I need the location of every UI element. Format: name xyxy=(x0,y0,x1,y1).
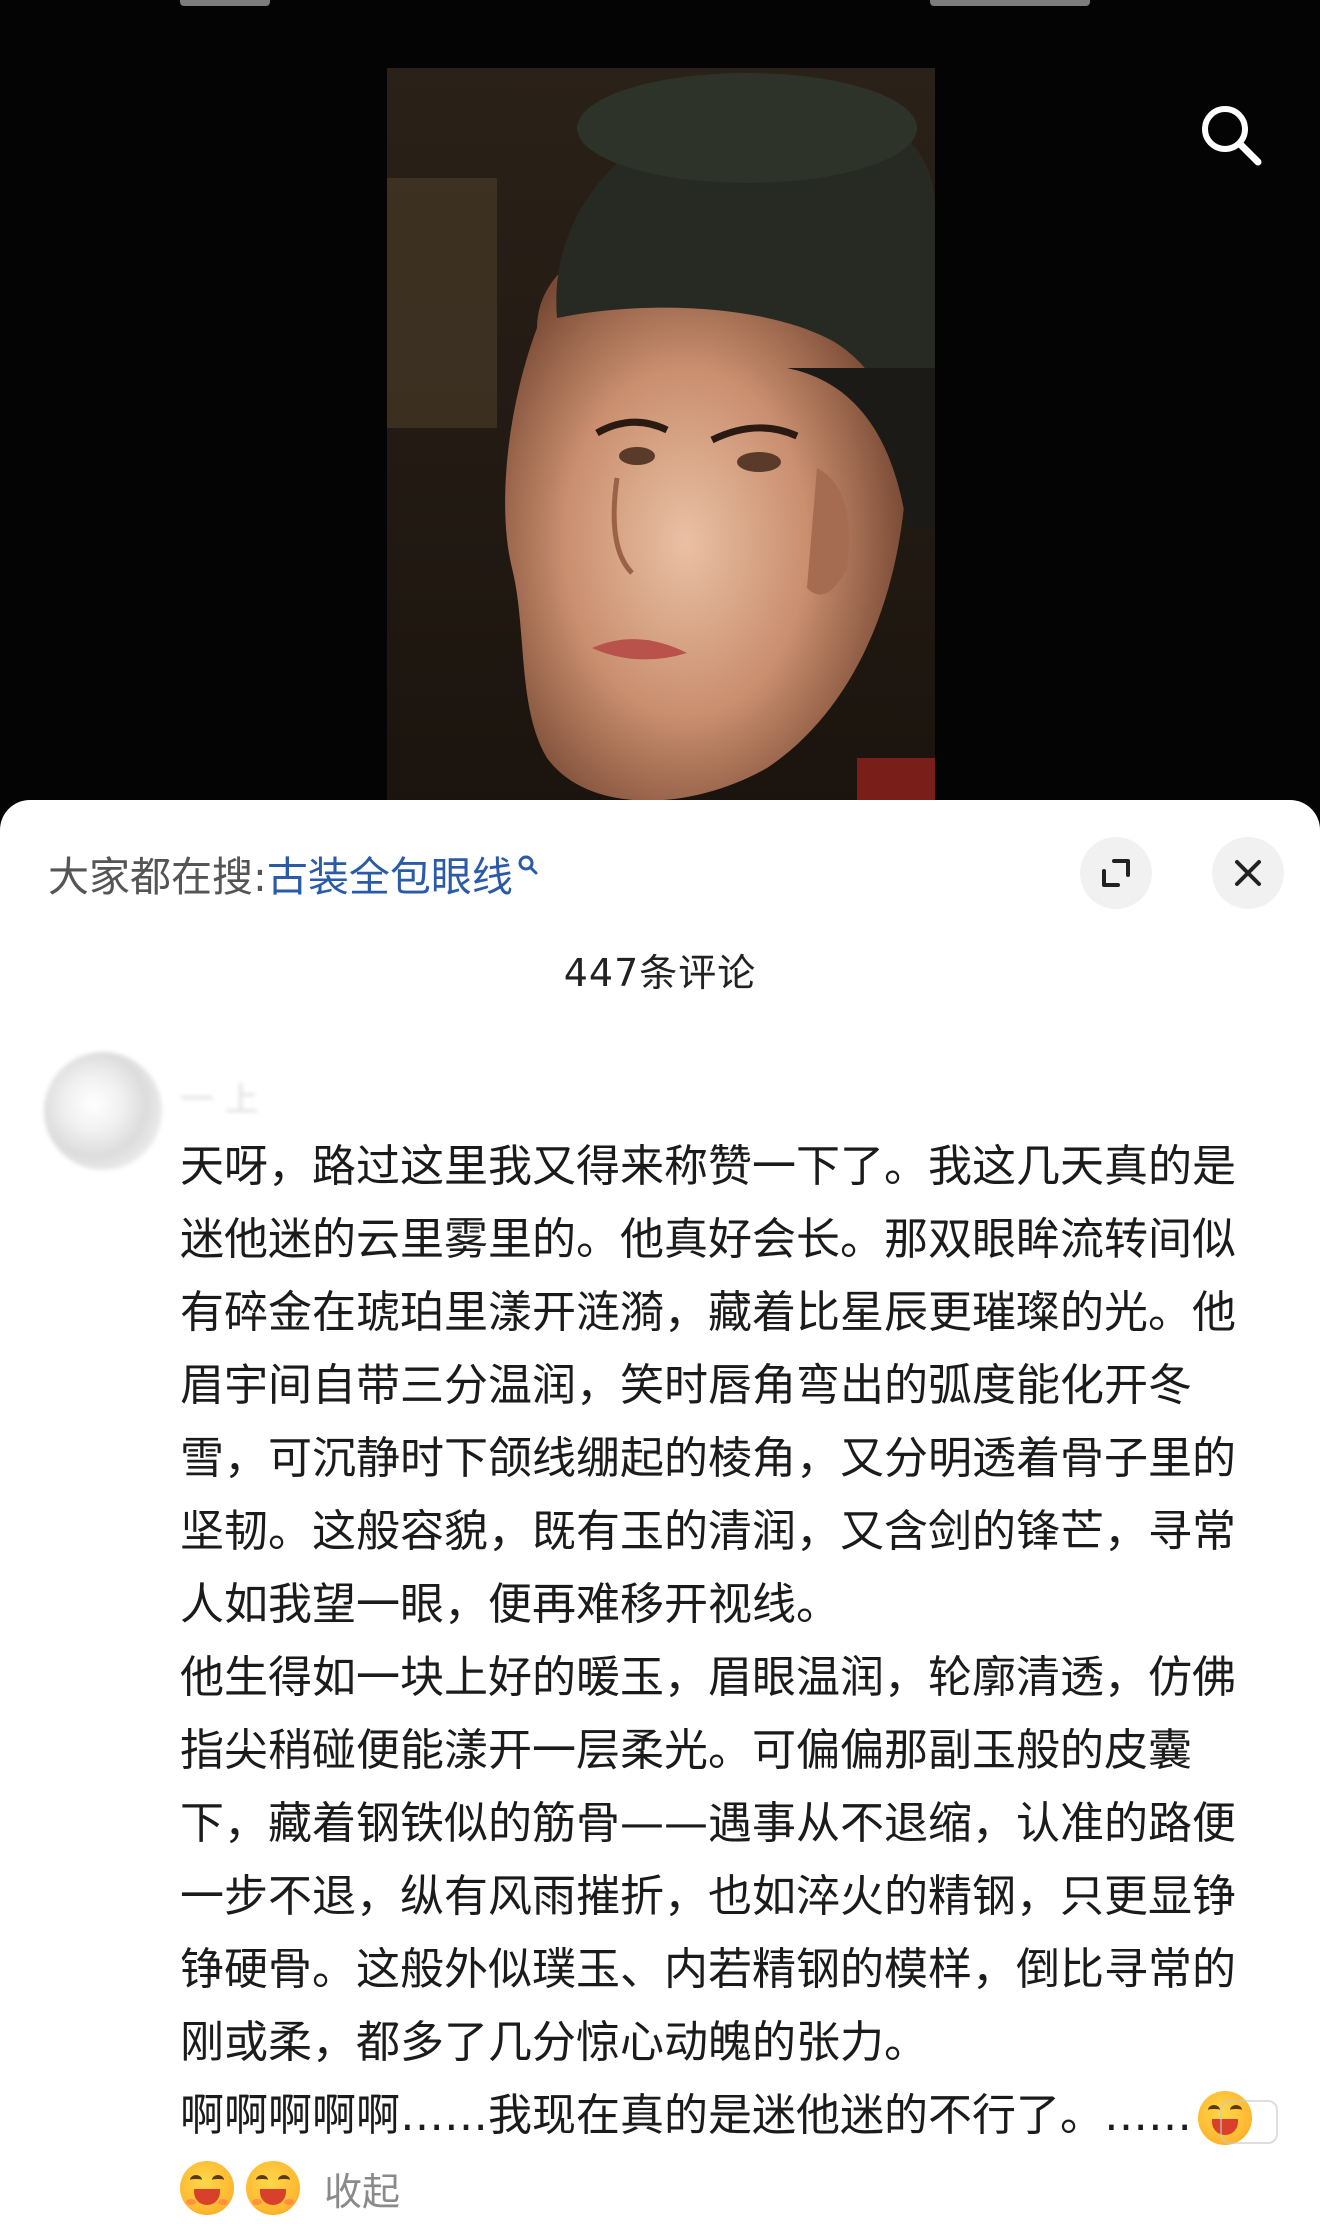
grinning-emoji-icon xyxy=(180,2161,234,2215)
search-icon xyxy=(1202,106,1262,166)
search-icon xyxy=(517,838,539,886)
avatar[interactable] xyxy=(44,1052,162,1170)
comment-username[interactable]: 一 上 xyxy=(180,1072,259,1121)
close-button[interactable] xyxy=(1212,837,1284,909)
hot-search-term[interactable]: 古装全包眼线 xyxy=(267,843,513,903)
video-frame xyxy=(387,68,935,813)
screen: 大家都在搜: 古装全包眼线 447条评论 一 上 天呀，路过这里我又得来称赞一下… xyxy=(0,0,1320,2224)
watermark-badge xyxy=(1220,2100,1278,2144)
collapse-row: 收起 xyxy=(180,2158,400,2218)
status-bar-time xyxy=(180,0,270,6)
search-button[interactable] xyxy=(1196,100,1266,170)
comment-count-title: 447条评论 xyxy=(563,951,757,995)
hot-search-prefix: 大家都在搜: xyxy=(48,853,267,901)
comment-paragraph-2: 他生得如一块上好的暖玉，眉眼温润，轮廓清透，仿佛指尖稍碰便能漾开一层柔光。可偏偏… xyxy=(180,1652,1236,2068)
video-still-image xyxy=(387,68,935,813)
video-player[interactable] xyxy=(0,0,1320,820)
hot-search-suggestion[interactable]: 大家都在搜: 古装全包眼线 xyxy=(48,845,539,901)
collapse-button[interactable]: 收起 xyxy=(324,2161,400,2216)
comment-paragraph-3-text: 啊啊啊啊啊……我现在真的是迷他迷的不行了。…… xyxy=(180,2090,1192,2141)
comment-paragraph-3: 啊啊啊啊啊……我现在真的是迷他迷的不行了。…… xyxy=(180,2079,1270,2152)
comment-paragraph-1: 天呀，路过这里我又得来称赞一下了。我这几天真的是迷他迷的云里雾里的。他真好会长。… xyxy=(180,1141,1236,1630)
status-bar-icons xyxy=(930,0,1090,6)
expand-icon xyxy=(1102,859,1130,887)
expand-button[interactable] xyxy=(1080,837,1152,909)
grinning-emoji-icon xyxy=(246,2161,300,2215)
comment-text: 天呀，路过这里我又得来称赞一下了。我这几天真的是迷他迷的云里雾里的。他真好会长。… xyxy=(180,1130,1270,2152)
close-icon xyxy=(1235,860,1261,886)
